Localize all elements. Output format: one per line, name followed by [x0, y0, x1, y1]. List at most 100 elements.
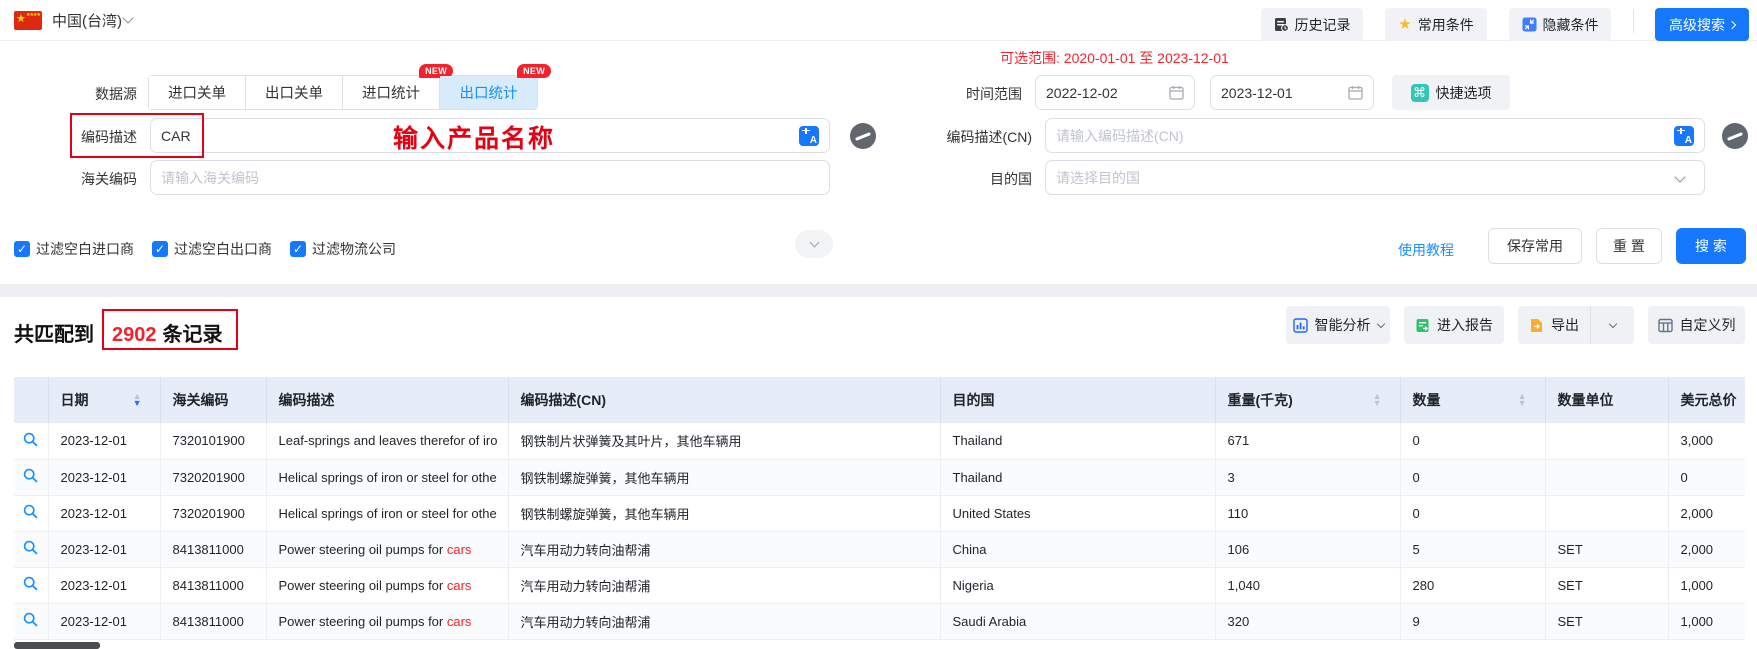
cell-unit — [1545, 459, 1669, 496]
export-dropdown-button[interactable] — [1590, 306, 1634, 344]
cell-desc-cn: 钢铁制螺旋弹簧，其他车辆用 — [508, 459, 941, 496]
table-row: 2023-12-01 8413811000 Power steering oil… — [14, 567, 1745, 604]
magnifier-icon[interactable] — [23, 576, 38, 591]
export-button[interactable]: 导出 — [1518, 306, 1590, 344]
col-header-desc: 编码描述 — [266, 377, 509, 423]
table-row: 2023-12-01 8413811000 Power steering oil… — [14, 603, 1745, 640]
save-conditions-button[interactable]: 保存常用 — [1488, 228, 1582, 264]
cell-date: 2023-12-01 — [48, 423, 161, 460]
tab-import-declarations[interactable]: 进口关单 — [149, 76, 246, 109]
tab-export-declarations[interactable]: 出口关单 — [246, 76, 343, 109]
chevron-down-icon — [1608, 319, 1617, 329]
history-button[interactable]: 历史记录 — [1261, 8, 1363, 41]
horizontal-scrollbar-thumb[interactable] — [14, 642, 100, 649]
top-bar: ★ ★★★★ 中国(台湾) 历史记录 ★ 常用条件 隐藏条件 高级搜索 — [0, 0, 1757, 41]
dest-country-label: 目的国 — [990, 171, 1032, 187]
hs-code-label: 海关编码 — [81, 171, 137, 187]
cell-hs-code: 8413811000 — [160, 567, 267, 604]
enter-report-button[interactable]: 进入报告 — [1404, 306, 1504, 344]
exclude-icon[interactable] — [1722, 123, 1748, 149]
col-header-weight: 重量(千克) ▲ ▼ — [1215, 377, 1401, 423]
filter-blank-exporter-checkbox[interactable]: ✓ 过滤空白出口商 — [152, 239, 272, 259]
customize-columns-label: 自定义列 — [1679, 317, 1736, 333]
cell-hs-code: 8413811000 — [160, 531, 267, 568]
filter-blank-exporter-label: 过滤空白出口商 — [174, 241, 272, 257]
cell-total: 2,000 — [1668, 495, 1745, 532]
smart-analysis-button[interactable]: 智能分析 — [1286, 306, 1390, 344]
translate-icon[interactable]: A — [799, 125, 819, 146]
cell-dest: China — [940, 531, 1216, 568]
checkbox-checked-icon[interactable]: ✓ — [152, 241, 168, 257]
chevron-down-icon[interactable] — [122, 12, 134, 24]
magnifier-icon[interactable] — [23, 504, 38, 519]
tab-import-statistics[interactable]: 进口统计 NEW — [343, 64, 453, 109]
cell-dest: Saudi Arabia — [940, 603, 1216, 640]
cell-desc-cn: 钢铁制片状弹簧及其叶片，其他车辆用 — [508, 423, 941, 460]
cell-hs-code: 7320201900 — [160, 459, 267, 496]
analysis-icon — [1292, 317, 1308, 333]
filter-blank-importer-checkbox[interactable]: ✓ 过滤空白进口商 — [14, 239, 134, 259]
col-header-date: 日期 ▲ ▼ — [48, 377, 161, 423]
code-desc-cn-label: 编码描述(CN) — [946, 129, 1032, 145]
cell-qty: 0 — [1400, 423, 1546, 460]
col-header-qty: 数量 ▲ ▼ — [1400, 377, 1546, 423]
magnifier-icon[interactable] — [23, 540, 38, 555]
hide-conditions-button-label: 隐藏条件 — [1542, 16, 1599, 33]
expand-filters-button[interactable] — [795, 230, 833, 258]
advanced-search-button[interactable]: 高级搜索 — [1655, 8, 1749, 41]
row-detail-cell[interactable] — [14, 603, 49, 640]
quick-options-button[interactable]: ⌘ 快捷选项 — [1392, 75, 1510, 110]
row-detail-cell[interactable] — [14, 567, 49, 604]
cell-desc-cn: 汽车用动力转向油帮浦 — [508, 567, 941, 604]
country-selector-label[interactable]: 中国(台湾) — [52, 10, 122, 31]
tab-export-statistics[interactable]: 出口统计 NEW — [440, 64, 551, 109]
filter-logistics-checkbox[interactable]: ✓ 过滤物流公司 — [290, 239, 396, 259]
code-desc-cn-input[interactable]: 请输入编码描述(CN) A — [1045, 118, 1705, 153]
cell-desc: Power steering oil pumps for cars — [266, 603, 509, 640]
checkbox-checked-icon[interactable]: ✓ — [14, 241, 30, 257]
cell-qty: 9 — [1400, 603, 1546, 640]
row-detail-cell[interactable] — [14, 495, 49, 532]
translate-icon[interactable]: A — [1674, 125, 1694, 146]
customize-columns-button[interactable]: 自定义列 — [1648, 306, 1745, 344]
sort-date[interactable]: ▲ ▼ — [133, 392, 142, 408]
cell-total: 0 — [1668, 459, 1745, 496]
magnifier-icon[interactable] — [23, 468, 38, 483]
command-icon: ⌘ — [1410, 83, 1429, 102]
row-detail-cell[interactable] — [14, 423, 49, 460]
row-detail-cell[interactable] — [14, 459, 49, 496]
results-count-number: 2902 — [112, 324, 157, 346]
sort-weight[interactable]: ▲ ▼ — [1373, 392, 1382, 408]
new-badge: NEW — [517, 64, 551, 78]
end-date-input[interactable]: 2023-12-01 — [1210, 75, 1374, 110]
sort-qty[interactable]: ▲ ▼ — [1518, 392, 1527, 408]
star-icon: ★ — [1398, 16, 1412, 33]
row-detail-cell[interactable] — [14, 531, 49, 568]
exclude-icon[interactable] — [850, 123, 876, 149]
cell-date: 2023-12-01 — [48, 459, 161, 496]
checkbox-checked-icon[interactable]: ✓ — [290, 241, 306, 257]
dest-country-placeholder: 请选择目的国 — [1056, 169, 1140, 186]
cell-date: 2023-12-01 — [48, 603, 161, 640]
hide-conditions-button[interactable]: 隐藏条件 — [1509, 8, 1611, 41]
cell-dest: United States — [940, 495, 1216, 532]
search-button[interactable]: 搜 索 — [1676, 228, 1746, 264]
code-desc-cn-placeholder: 请输入编码描述(CN) — [1056, 127, 1184, 144]
tutorial-link[interactable]: 使用教程 — [1398, 240, 1454, 260]
table-row: 2023-12-01 7320201900 Helical springs of… — [14, 495, 1745, 532]
reset-button[interactable]: 重 置 — [1596, 228, 1662, 264]
chevron-right-icon — [1727, 20, 1737, 30]
dest-country-select[interactable]: 请选择目的国 — [1045, 160, 1705, 195]
magnifier-icon[interactable] — [23, 612, 38, 627]
table-row: 2023-12-01 7320101900 Leaf-springs and l… — [14, 423, 1745, 460]
cell-desc: Power steering oil pumps for cars — [266, 567, 509, 604]
history-icon — [1274, 18, 1289, 32]
cell-weight: 1,040 — [1215, 567, 1401, 604]
magnifier-icon[interactable] — [23, 432, 38, 447]
favorites-button[interactable]: ★ 常用条件 — [1385, 8, 1487, 41]
hs-code-input[interactable]: 请输入海关编码 — [150, 160, 830, 195]
start-date-input[interactable]: 2022-12-02 — [1035, 75, 1195, 110]
chevron-down-icon — [809, 237, 819, 248]
quick-options-label: 快捷选项 — [1435, 84, 1492, 101]
col-header-unit: 数量单位 — [1545, 377, 1669, 423]
